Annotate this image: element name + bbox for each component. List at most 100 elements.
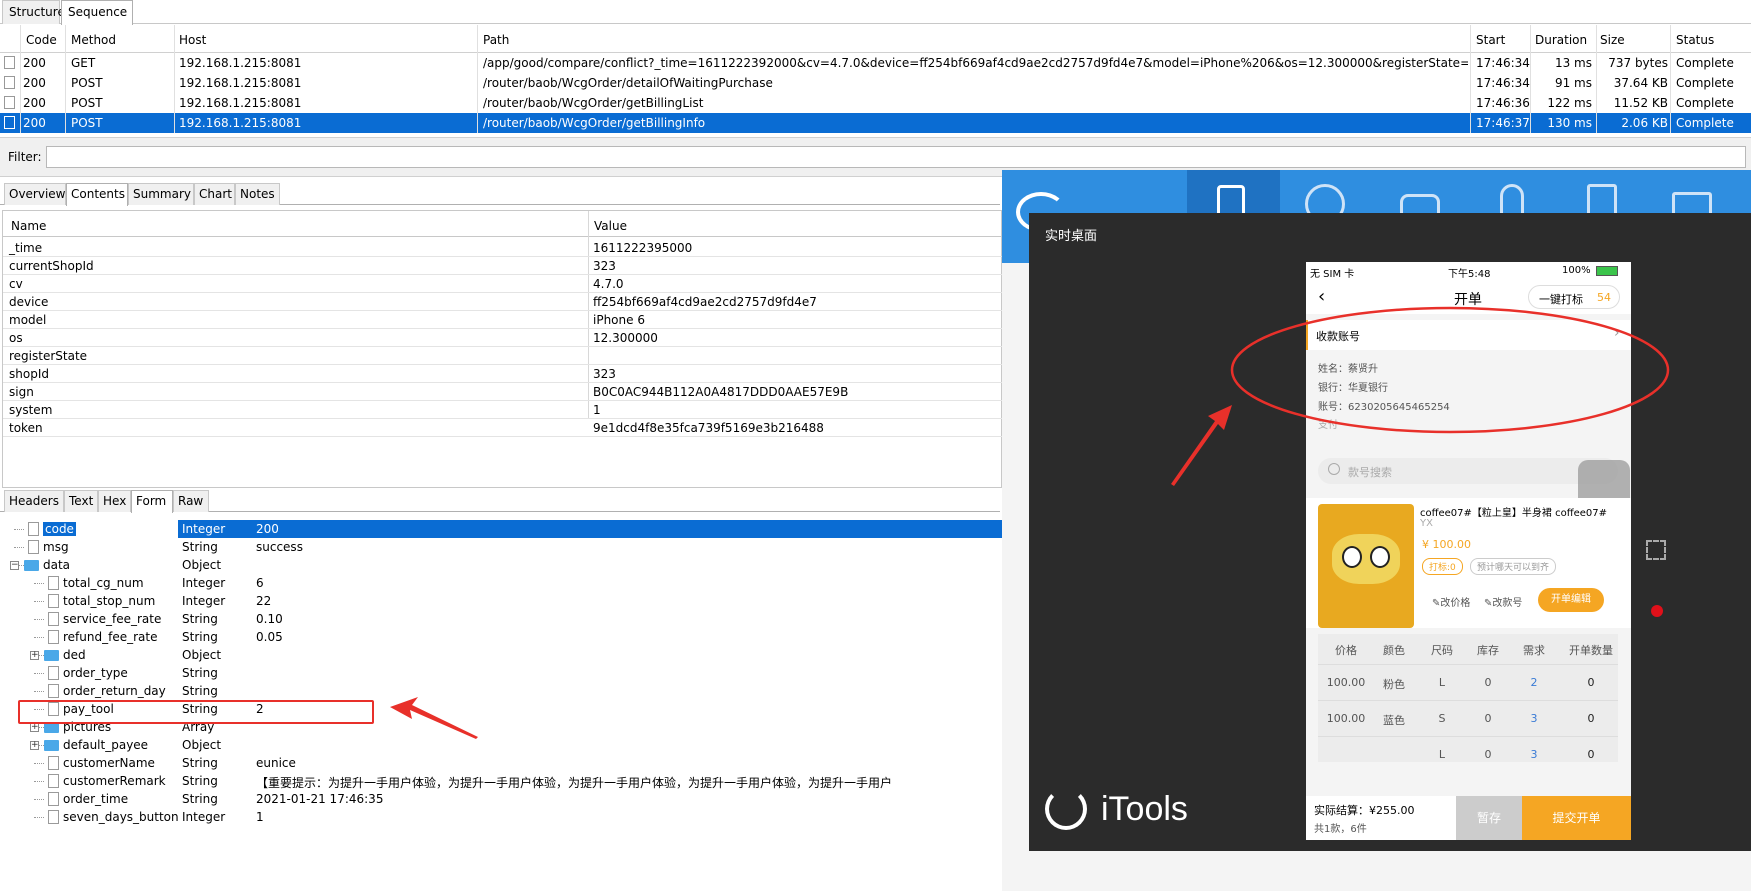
tree-node-seven-days-button[interactable]: seven_days_button Integer 1 xyxy=(2,808,1002,826)
param-row[interactable]: device ff254bf669af4cd9ae2cd2757d9fd4e7 xyxy=(3,293,1003,311)
tree-line xyxy=(34,673,44,674)
tab-chart[interactable]: Chart xyxy=(194,183,235,205)
tree-line xyxy=(34,799,44,800)
sku-row-divider xyxy=(1318,736,1618,737)
edit-order-button[interactable]: 开单编辑 xyxy=(1538,588,1604,612)
tree-node-code[interactable]: code Integer 200 xyxy=(2,520,1002,538)
tag-print: 打标:0 xyxy=(1422,558,1463,575)
sku-cell[interactable]: 0 xyxy=(1564,748,1618,761)
edit-no-button[interactable]: ✎改款号 xyxy=(1484,594,1522,609)
params-header-value: Value xyxy=(594,219,627,233)
col-duration[interactable]: Duration xyxy=(1535,33,1587,47)
column-divider[interactable] xyxy=(1530,25,1531,133)
tree-node-order-time[interactable]: order_time String 2021-01-21 17:46:35 xyxy=(2,790,1002,808)
tree-node-total-stop-num[interactable]: total_stop_num Integer 22 xyxy=(2,592,1002,610)
tab-summary[interactable]: Summary xyxy=(128,183,194,205)
sku-cell: 2 xyxy=(1530,676,1538,689)
column-divider[interactable] xyxy=(65,25,66,133)
expand-icon[interactable]: + xyxy=(30,723,39,732)
tab-text[interactable]: Text xyxy=(64,490,98,512)
col-method[interactable]: Method xyxy=(71,33,116,47)
node-name: seven_days_button xyxy=(63,810,179,824)
sku-cell[interactable]: 0 xyxy=(1564,712,1618,725)
param-row[interactable]: sign B0C0AC944B112A0A4817DDD0AAE57E9B xyxy=(3,383,1003,401)
edit-no-label: 改款号 xyxy=(1492,598,1523,609)
column-divider[interactable] xyxy=(20,25,21,133)
param-row[interactable]: registerState xyxy=(3,347,1003,365)
collapse-icon[interactable]: − xyxy=(10,561,19,570)
tab-headers[interactable]: Headers xyxy=(4,490,64,512)
col-code[interactable]: Code xyxy=(26,33,57,47)
tree-node-data[interactable]: − data Object xyxy=(2,556,1002,574)
col-path[interactable]: Path xyxy=(483,33,509,47)
sku-table: 价格 颜色 尺码 库存 需求 开单数量 100.00 粉色 L 0 2 0 100.00 蓝色 S 0 3 0 L… xyxy=(1318,634,1618,762)
tab-overview[interactable]: Overview xyxy=(4,183,66,205)
tree-line xyxy=(34,637,44,638)
request-row[interactable]: 200 POST 192.168.1.215:8081/router/baob/Wc… xyxy=(0,93,1751,113)
tree-node-refund-fee-rate[interactable]: refund_fee_rate String 0.05 xyxy=(2,628,1002,646)
tree-node-service-fee-rate[interactable]: service_fee_rate String 0.10 xyxy=(2,610,1002,628)
col-host[interactable]: Host xyxy=(179,33,206,47)
param-row[interactable]: shopId 323 xyxy=(3,365,1003,383)
node-type: String xyxy=(182,540,218,554)
param-row[interactable]: os 12.300000 xyxy=(3,329,1003,347)
submit-order-button[interactable]: 提交开单 xyxy=(1522,796,1631,840)
tree-node-total-cg-num[interactable]: total_cg_num Integer 6 xyxy=(2,574,1002,592)
sku-cell[interactable]: 0 xyxy=(1564,676,1618,689)
param-row[interactable]: system 1 xyxy=(3,401,1003,419)
col-status[interactable]: Status xyxy=(1676,33,1714,47)
tree-node-msg[interactable]: msg String success xyxy=(2,538,1002,556)
node-name: order_time xyxy=(63,792,129,806)
param-row[interactable]: _time 1611222395000 xyxy=(3,239,1003,257)
param-name: _time xyxy=(9,241,43,255)
tab-form[interactable]: Form xyxy=(131,490,173,513)
column-divider[interactable] xyxy=(1596,25,1597,133)
node-type: String xyxy=(182,684,218,698)
request-row[interactable]: 200 POST 192.168.1.215:8081/router/baob/Wc… xyxy=(0,113,1751,133)
tab-notes[interactable]: Notes xyxy=(235,183,280,205)
tab-structure[interactable]: Structure xyxy=(2,0,65,24)
fullscreen-icon[interactable] xyxy=(1646,540,1666,560)
sku-header: 颜色 xyxy=(1383,644,1405,657)
col-start[interactable]: Start xyxy=(1476,33,1505,47)
live-desktop-title: 实时桌面 xyxy=(1045,229,1098,244)
file-icon xyxy=(48,594,59,608)
product-image[interactable] xyxy=(1318,504,1414,628)
expand-icon[interactable]: + xyxy=(30,651,39,660)
column-divider[interactable] xyxy=(174,25,175,133)
save-draft-button[interactable]: 暂存 xyxy=(1456,796,1522,840)
itools-brand-logo xyxy=(1045,788,1087,830)
column-divider[interactable] xyxy=(477,25,478,133)
tab-sequence[interactable]: Sequence xyxy=(61,0,133,25)
tab-hex[interactable]: Hex xyxy=(98,490,131,512)
tree-node-customerName[interactable]: customerName String eunice xyxy=(2,754,1002,772)
param-row[interactable]: cv 4.7.0 xyxy=(3,275,1003,293)
tree-node-customerRemark[interactable]: customerRemark String 【重要提示：为提升一手用户体验，为提升一… xyxy=(2,772,1002,790)
node-type: Integer xyxy=(182,522,226,536)
request-duration: 91 ms xyxy=(1554,76,1592,90)
params-table: Name Value _time 1611222395000 currentShop… xyxy=(2,210,1003,488)
node-type: String xyxy=(182,792,218,806)
col-size[interactable]: Size xyxy=(1600,33,1625,47)
node-type: Integer xyxy=(182,576,226,590)
request-row[interactable]: 200 GET 192.168.1.215:8081/app/good/compar… xyxy=(0,53,1751,73)
tab-raw[interactable]: Raw xyxy=(173,490,209,512)
param-value: ff254bf669af4cd9ae2cd2757d9fd4e7 xyxy=(593,295,817,309)
sku-cell: 3 xyxy=(1530,712,1538,725)
column-divider[interactable] xyxy=(1470,25,1471,133)
param-row[interactable]: currentShopId 323 xyxy=(3,257,1003,275)
request-host: 192.168.1.215:8081 xyxy=(179,116,302,130)
edit-price-button[interactable]: ✎改价格 xyxy=(1432,594,1470,609)
tree-node-default-payee[interactable]: + default_payee Object xyxy=(2,736,1002,754)
filter-input[interactable] xyxy=(46,146,1746,168)
expand-icon[interactable]: + xyxy=(30,741,39,750)
tree-node-order-type[interactable]: order_type String xyxy=(2,664,1002,682)
column-divider[interactable] xyxy=(1670,25,1671,133)
tree-node-ded[interactable]: + ded Object xyxy=(2,646,1002,664)
param-row[interactable]: model iPhone 6 xyxy=(3,311,1003,329)
param-row[interactable]: token 9e1dcd4f8e35fca739f5169e3b216488 xyxy=(3,419,1003,437)
request-start: 17:46:34 xyxy=(1476,56,1530,70)
tab-contents[interactable]: Contents xyxy=(66,183,128,206)
request-row[interactable]: 200 POST 192.168.1.215:8081/router/baob/Wc… xyxy=(0,73,1751,93)
tree-node-order-return-day[interactable]: order_return_day String xyxy=(2,682,1002,700)
